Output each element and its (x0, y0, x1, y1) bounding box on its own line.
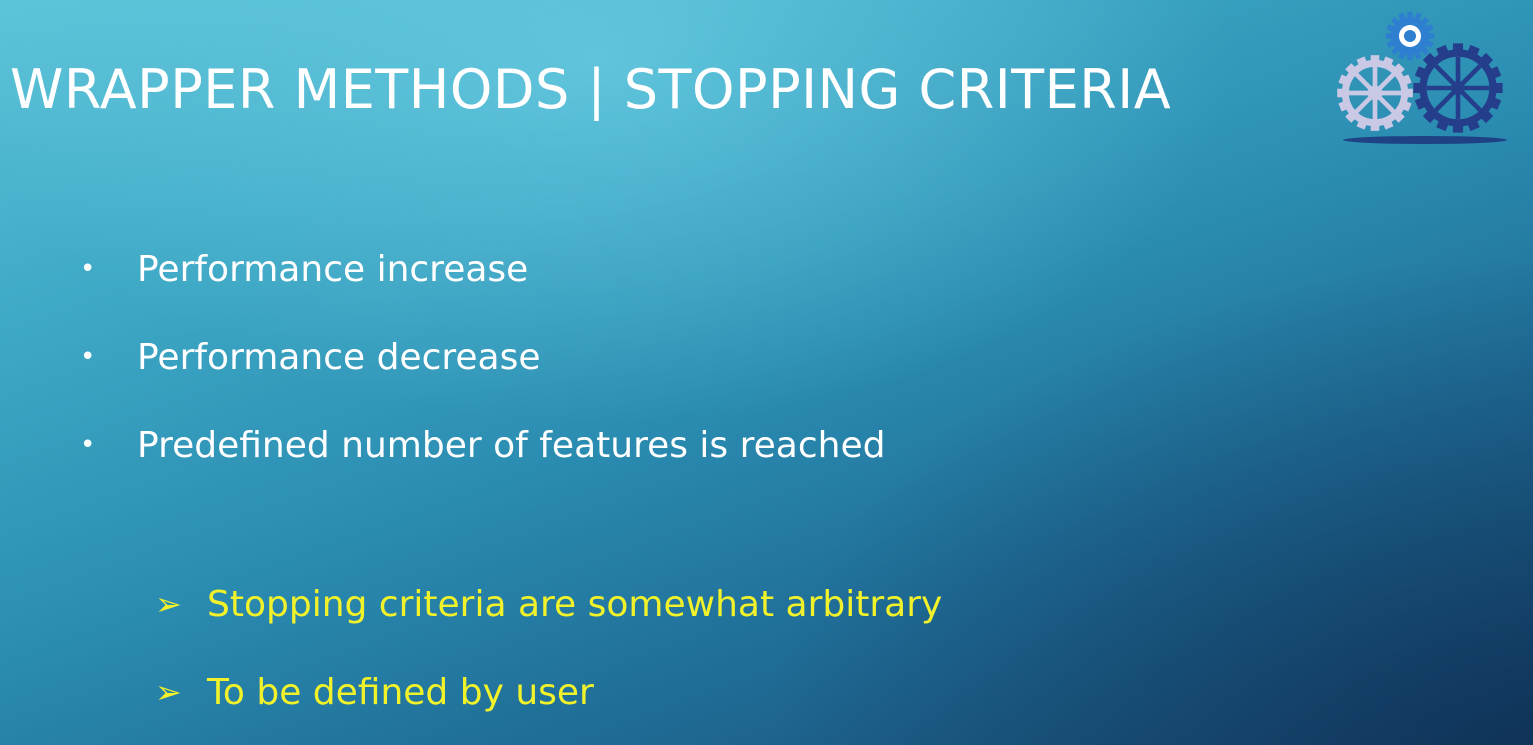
bullet-dot-icon: • (80, 430, 96, 460)
note-item-text: To be defined by user (207, 671, 594, 713)
note-item: ➢ Stopping criteria are somewhat arbitra… (155, 560, 942, 648)
slide: WRAPPER METHODS | STOPPING CRITERIA • Pe… (0, 0, 1533, 745)
bullet-dot-icon: • (80, 342, 96, 372)
slide-title: WRAPPER METHODS | STOPPING CRITERIA (10, 58, 1172, 121)
list-item-text: Predefined number of features is reached (137, 424, 886, 466)
list-item-text: Performance increase (137, 248, 529, 290)
note-list: ➢ Stopping criteria are somewhat arbitra… (155, 560, 942, 736)
list-item: • Predefined number of features is reach… (80, 401, 885, 489)
bullet-list: • Performance increase • Performance dec… (80, 225, 885, 489)
arrow-bullet-icon: ➢ (155, 673, 182, 711)
gears-icon (1337, 11, 1507, 144)
arrow-bullet-icon: ➢ (155, 585, 182, 623)
list-item: • Performance decrease (80, 313, 885, 401)
list-item-text: Performance decrease (137, 336, 541, 378)
bullet-dot-icon: • (80, 254, 96, 284)
list-item: • Performance increase (80, 225, 885, 313)
note-item: ➢ To be defined by user (155, 648, 942, 736)
note-item-text: Stopping criteria are somewhat arbitrary (207, 583, 943, 625)
